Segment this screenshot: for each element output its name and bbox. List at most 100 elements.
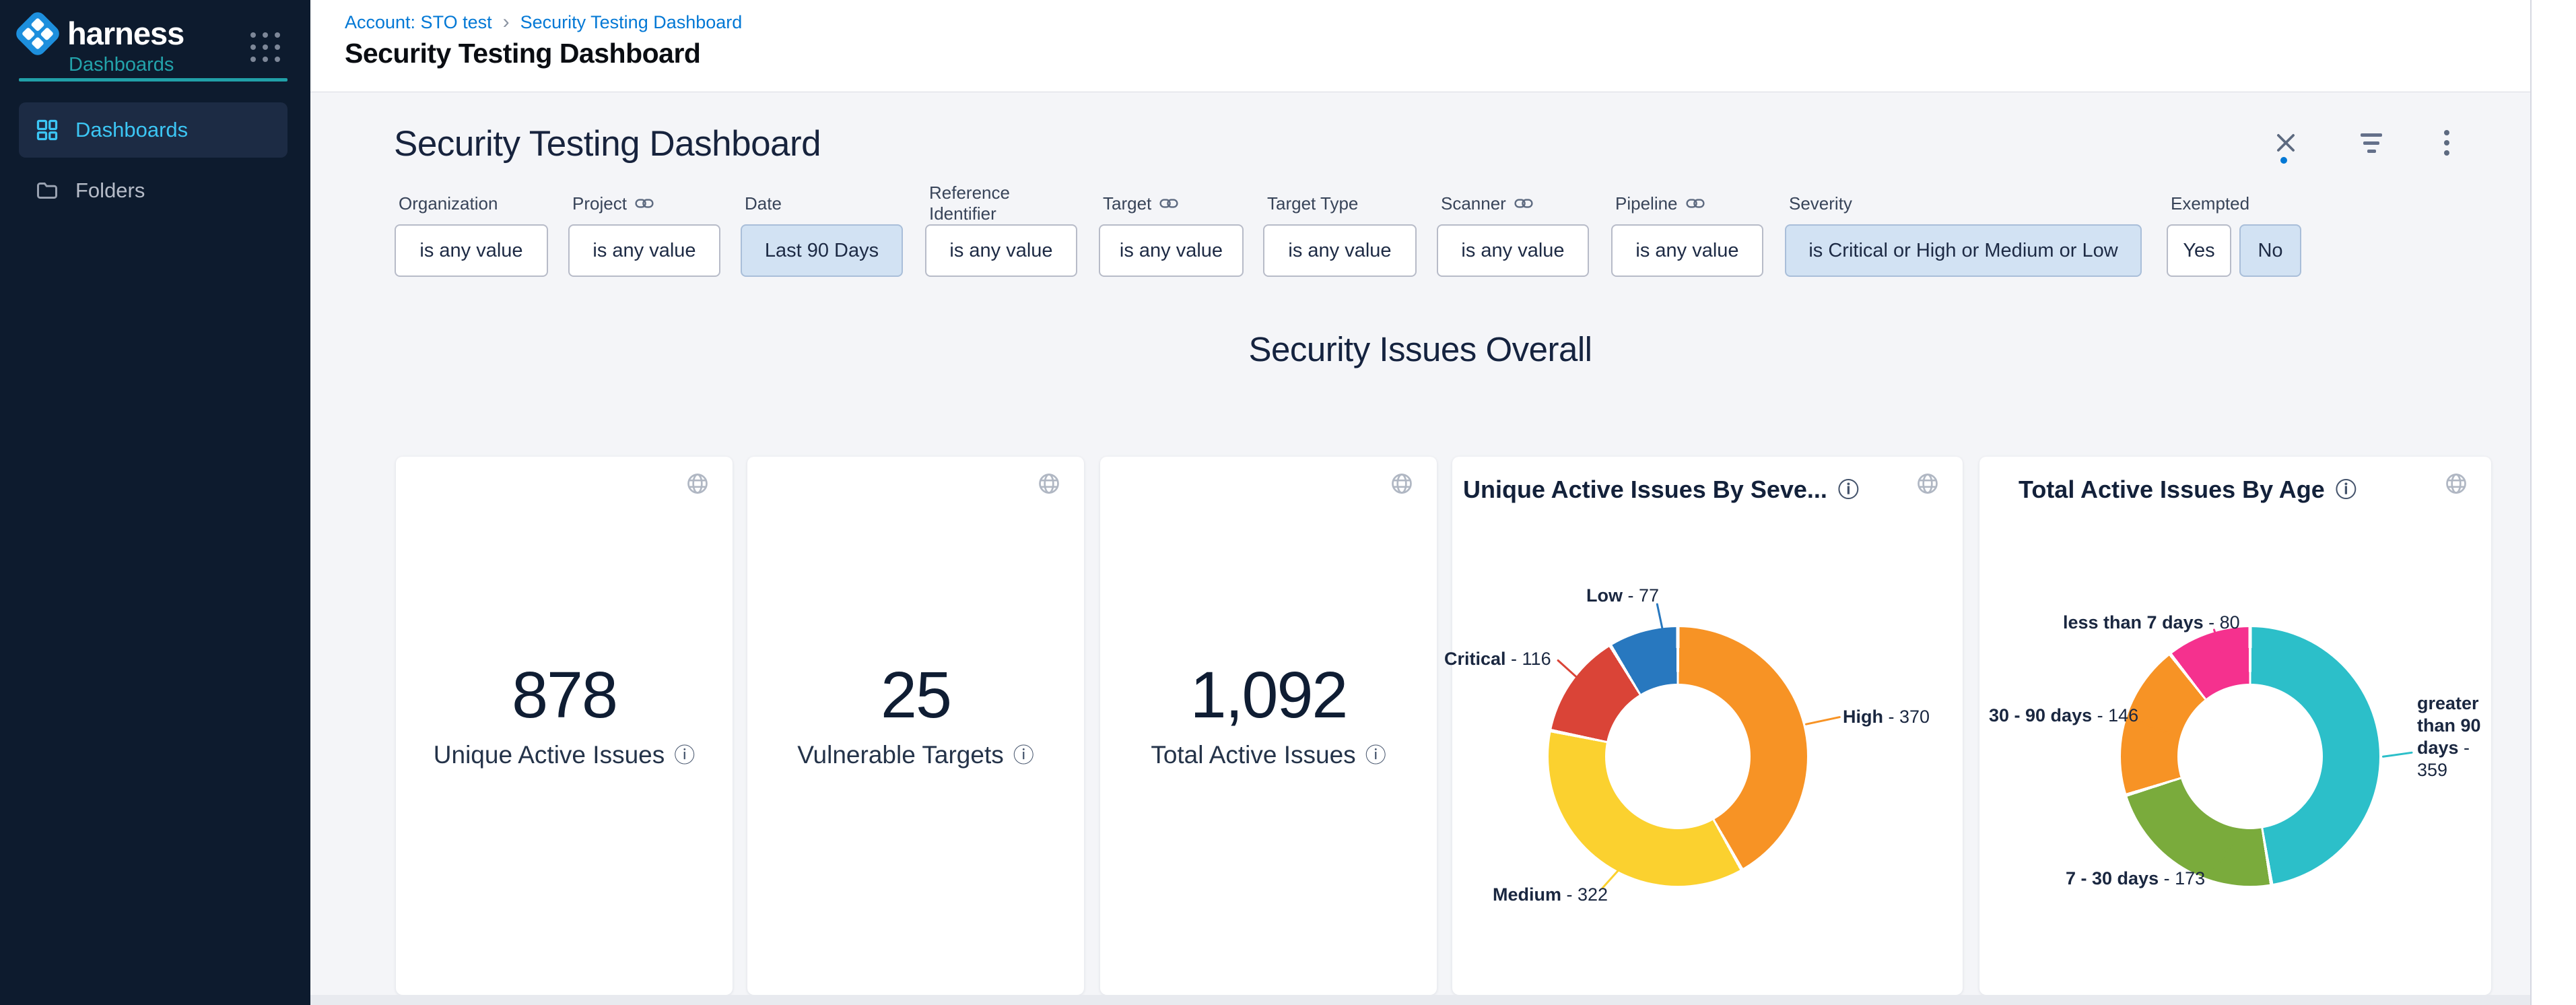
link-icon <box>1159 197 1178 210</box>
sidebar-item-dashboards[interactable]: Dashboards <box>19 102 287 158</box>
stat-label: Vulnerable Targets ⓘ <box>747 741 1084 769</box>
stat: 25 Vulnerable Targets ⓘ <box>747 659 1084 769</box>
sidebar-item-label: Folders <box>75 179 145 203</box>
sidebar-item-folders[interactable]: Folders <box>19 170 287 212</box>
stat-label: Unique Active Issues ⓘ <box>396 741 733 769</box>
filter-scanner: Scanner is any value <box>1437 192 1589 277</box>
stat-value: 25 <box>747 659 1084 732</box>
section-title: Security Issues Overall <box>310 329 2530 369</box>
link-icon <box>1686 197 1705 210</box>
globe-icon[interactable] <box>685 472 710 496</box>
filter-label: Pipeline <box>1615 192 1763 215</box>
link-icon <box>1514 197 1533 210</box>
donut-chart-age[interactable] <box>2121 627 2379 886</box>
brand: harness Dashboards <box>19 12 292 77</box>
app: harness Dashboards Dashboards Folders Ac… <box>0 0 2576 1005</box>
globe-icon[interactable] <box>2444 472 2468 496</box>
tile-total-active-issues: 1,092 Total Active Issues ⓘ <box>1100 457 1437 995</box>
filter-target-type: Target Type is any value <box>1263 192 1417 277</box>
callout-line <box>1656 603 1664 630</box>
callout-line <box>1805 716 1841 725</box>
donut-label-7-30-days: 7 - 30 days - 173 <box>2066 868 2205 890</box>
filter-label: Organization <box>399 192 548 215</box>
exempted-yes-button[interactable]: Yes <box>2167 224 2231 277</box>
sidebar: harness Dashboards Dashboards Folders <box>0 0 310 1005</box>
top-header: Account: STO test › Security Testing Das… <box>310 0 2530 92</box>
donut-label-medium: Medium - 322 <box>1493 884 1608 906</box>
filter-organization-value[interactable]: is any value <box>395 224 548 277</box>
donut-label-high: High - 370 <box>1843 706 1930 728</box>
apps-grid-icon[interactable] <box>250 32 281 63</box>
filter-label: Severity <box>1789 192 2142 215</box>
info-icon[interactable]: ⓘ <box>2336 480 2357 500</box>
donut-hole <box>2177 684 2323 829</box>
filter-label: Target Type <box>1267 192 1417 215</box>
exempted-toggle: Yes No <box>2167 224 2301 277</box>
brand-underline <box>19 78 287 82</box>
filter-date-value[interactable]: Last 90 Days <box>741 224 903 277</box>
filter-target: Target is any value <box>1099 192 1244 277</box>
callout-line <box>1557 659 1580 680</box>
filter-label: Reference Identifier <box>929 192 1077 215</box>
link-icon <box>635 197 654 210</box>
filter-project-value[interactable]: is any value <box>568 224 720 277</box>
stat-value: 1,092 <box>1100 659 1437 732</box>
breadcrumb-dashboard-link[interactable]: Security Testing Dashboard <box>520 12 743 33</box>
filter-target-type-value[interactable]: is any value <box>1263 224 1417 277</box>
kebab-menu-icon[interactable] <box>2444 130 2449 156</box>
tile-unique-active-issues: 878 Unique Active Issues ⓘ <box>396 457 733 995</box>
filter-scanner-value[interactable]: is any value <box>1437 224 1589 277</box>
filter-reference-identifier: Reference Identifier is any value <box>925 192 1077 277</box>
filter-reference-identifier-value[interactable]: is any value <box>925 224 1077 277</box>
filter-label: Date <box>745 192 903 215</box>
breadcrumb-separator: › <box>503 11 510 34</box>
tile-vulnerable-targets: 25 Vulnerable Targets ⓘ <box>747 457 1084 995</box>
brand-module-label: Dashboards <box>69 54 174 76</box>
horizontal-scrollbar[interactable] <box>310 995 2530 1005</box>
donut-label-30-90-days: 30 - 90 days - 146 <box>1989 705 2138 727</box>
donut-label-low: Low - 77 <box>1586 585 1659 607</box>
info-icon[interactable]: ⓘ <box>674 745 695 766</box>
filter-pipeline-value[interactable]: is any value <box>1611 224 1763 277</box>
folder-icon <box>35 179 59 203</box>
stat: 878 Unique Active Issues ⓘ <box>396 659 733 769</box>
chart-title: Unique Active Issues By Seve... ⓘ <box>1463 476 1859 504</box>
exempted-no-button[interactable]: No <box>2239 224 2301 277</box>
info-icon[interactable]: ⓘ <box>1365 745 1386 766</box>
sidebar-item-label: Dashboards <box>75 118 188 142</box>
filter-icon[interactable] <box>2361 133 2382 153</box>
filter-severity-value[interactable]: is Critical or High or Medium or Low <box>1785 224 2142 277</box>
dashboard-panel: Security Testing Dashboard Organization … <box>310 92 2530 1005</box>
stat: 1,092 Total Active Issues ⓘ <box>1100 659 1437 769</box>
donut-label-critical: Critical - 116 <box>1444 648 1551 670</box>
chart-title: Total Active Issues By Age ⓘ <box>2019 476 2357 504</box>
filter-target-value[interactable]: is any value <box>1099 224 1244 277</box>
filter-severity: Severity is Critical or High or Medium o… <box>1785 192 2142 277</box>
stat-value: 878 <box>396 659 733 732</box>
donut-chart-severity[interactable] <box>1549 627 1807 886</box>
donut-label-greater-90-days: greater than 90 days - 359 <box>2417 692 2486 781</box>
info-icon[interactable]: ⓘ <box>1013 745 1034 766</box>
vertical-scrollbar-gutter[interactable] <box>2530 0 2576 1005</box>
filter-date: Date Last 90 Days <box>741 192 903 277</box>
dashboard-actions <box>2273 130 2449 156</box>
close-icon[interactable] <box>2273 130 2299 156</box>
globe-icon[interactable] <box>1916 472 1940 496</box>
info-icon[interactable]: ⓘ <box>1838 480 1859 500</box>
globe-icon[interactable] <box>1037 472 1061 496</box>
brand-name: harness <box>67 15 184 52</box>
filter-label: Scanner <box>1441 192 1589 215</box>
filter-exempted: Exempted Yes No <box>2167 192 2301 277</box>
filter-label: Exempted <box>2171 192 2301 215</box>
callout-line <box>2382 752 2413 758</box>
donut-label-less-than-7-days: less than 7 days - 80 <box>2063 612 2240 634</box>
breadcrumb: Account: STO test › Security Testing Das… <box>345 11 742 34</box>
filter-organization: Organization is any value <box>395 192 548 277</box>
page-title: Security Testing Dashboard <box>345 38 700 69</box>
breadcrumb-account-link[interactable]: Account: STO test <box>345 12 492 33</box>
filter-label: Target <box>1103 192 1244 215</box>
filter-project: Project is any value <box>568 192 720 277</box>
globe-icon[interactable] <box>1390 472 1414 496</box>
filters-active-indicator <box>2280 157 2287 164</box>
harness-logo-icon[interactable] <box>13 9 63 59</box>
